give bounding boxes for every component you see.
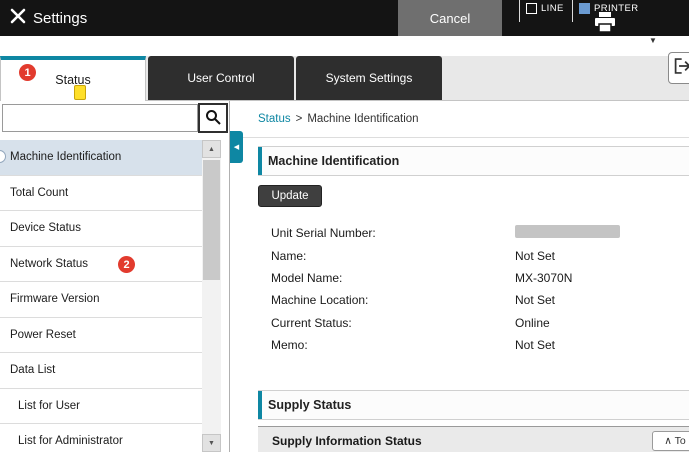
field-label: Model Name: (271, 271, 515, 285)
sidebar-item-label: Device Status (10, 222, 81, 234)
app-title: Settings (33, 10, 87, 27)
annotation-badge-1: 1 (19, 64, 36, 81)
field-value: Not Set (515, 338, 555, 352)
line-label: LINE (541, 3, 564, 14)
field-label: Unit Serial Number: (271, 226, 515, 240)
selected-marker-icon (0, 150, 6, 163)
column-header-status: Status (385, 427, 422, 452)
tab-user-control-label: User Control (187, 71, 254, 86)
line-checkbox[interactable] (526, 3, 537, 14)
field-row-name: Name: Not Set (271, 244, 620, 266)
annotation-cursor-marker (74, 85, 86, 100)
main-content: Status > Machine Identification Machine … (231, 101, 689, 452)
field-value: MX-3070N (515, 271, 572, 285)
breadcrumb-divider (231, 137, 689, 138)
tab-system-settings-label: System Settings (326, 71, 413, 86)
sidebar-item-label: List for User (18, 400, 80, 412)
tab-system-settings[interactable]: System Settings (296, 56, 442, 100)
printer-icon[interactable] (592, 11, 618, 38)
field-value (515, 225, 620, 241)
topbar-divider (519, 0, 520, 22)
line-status: LINE (526, 3, 564, 14)
field-label: Memo: (271, 338, 515, 352)
breadcrumb: Status > Machine Identification (258, 101, 419, 137)
sidebar-item-network-status[interactable]: Network Status (0, 247, 202, 283)
field-label: Current Status: (271, 316, 515, 330)
sidebar-item-label: Firmware Version (10, 293, 99, 305)
sidebar-item-list-for-user[interactable]: List for User (0, 389, 202, 425)
sidebar-item-power-reset[interactable]: Power Reset (0, 318, 202, 354)
sidebar-item-label: Power Reset (10, 329, 76, 341)
scrollbar-thumb[interactable] (203, 160, 220, 280)
sidebar: Machine Identification Total Count Devic… (0, 101, 230, 452)
breadcrumb-separator: > (296, 113, 303, 125)
topbar: Settings Cancel LINE PRINTER (0, 0, 689, 36)
sidebar-item-label: Machine Identification (10, 151, 121, 163)
search-button[interactable] (198, 103, 228, 133)
field-value: Not Set (515, 293, 555, 307)
field-row-machine-location: Machine Location: Not Set (271, 289, 620, 311)
tab-user-control[interactable]: User Control (148, 56, 294, 100)
status-dropdown-caret-icon[interactable]: ▼ (649, 37, 657, 45)
printer-checkbox[interactable] (579, 3, 590, 14)
sidebar-item-machine-identification[interactable]: Machine Identification (0, 140, 202, 176)
sidebar-menu: Machine Identification Total Count Devic… (0, 140, 202, 452)
sidebar-item-label: Network Status (10, 258, 88, 270)
settings-icon (10, 8, 26, 29)
field-row-unit-serial-number: Unit Serial Number: (271, 222, 620, 244)
field-label: Machine Location: (271, 293, 515, 307)
screen: Settings Cancel LINE PRINTER ▼ Status Us… (0, 0, 689, 452)
cancel-button[interactable]: Cancel (398, 0, 502, 36)
field-label: Name: (271, 249, 515, 263)
field-row-memo: Memo: Not Set (271, 334, 620, 356)
breadcrumb-current: Machine Identification (307, 113, 418, 125)
logout-icon (673, 54, 689, 83)
redacted-value (515, 225, 620, 238)
chevron-left-icon: ◀ (234, 143, 239, 151)
sidebar-item-data-list[interactable]: Data List (0, 353, 202, 389)
sidebar-collapse-handle[interactable]: ◀ (230, 131, 243, 163)
tabstrip: Status User Control System Settings (0, 56, 689, 101)
field-value: Online (515, 316, 550, 330)
scroll-up-icon[interactable]: ▲ (202, 140, 221, 158)
field-value: Not Set (515, 249, 555, 263)
sidebar-item-label: Data List (10, 364, 55, 376)
annotation-badge-2: 2 (118, 256, 135, 273)
login-user-button[interactable] (668, 52, 689, 84)
field-row-model-name: Model Name: MX-3070N (271, 267, 620, 289)
topbar-divider (572, 0, 573, 22)
sidebar-item-total-count[interactable]: Total Count (0, 176, 202, 212)
scroll-down-icon[interactable]: ▼ (202, 434, 221, 452)
sidebar-item-label: Total Count (10, 187, 68, 199)
section-title-machine-identification: Machine Identification (258, 146, 689, 176)
search-input[interactable] (2, 104, 198, 132)
column-header-supply-information: Supply Information (272, 427, 381, 452)
section-title-supply-status: Supply Status (258, 390, 689, 420)
machine-info-fields: Unit Serial Number: Name: Not Set Model … (271, 222, 620, 356)
sidebar-item-firmware-version[interactable]: Firmware Version (0, 282, 202, 318)
sidebar-item-label: List for Administrator (18, 435, 123, 447)
section-title-text: Supply Status (268, 398, 351, 412)
brand: Settings (10, 0, 87, 36)
sidebar-item-list-for-administrator[interactable]: List for Administrator (0, 424, 202, 452)
collapse-to-top-button[interactable]: ∧ To (652, 431, 689, 451)
sidebar-scrollbar[interactable]: ▲ ▼ (202, 140, 221, 452)
sidebar-item-device-status[interactable]: Device Status (0, 211, 202, 247)
field-row-current-status: Current Status: Online (271, 312, 620, 334)
supply-table-header: Supply Information Status ∧ To (258, 426, 689, 452)
update-button[interactable]: Update (258, 185, 322, 207)
search-icon (205, 109, 221, 128)
section-title-text: Machine Identification (268, 154, 399, 168)
breadcrumb-root-link[interactable]: Status (258, 113, 291, 125)
